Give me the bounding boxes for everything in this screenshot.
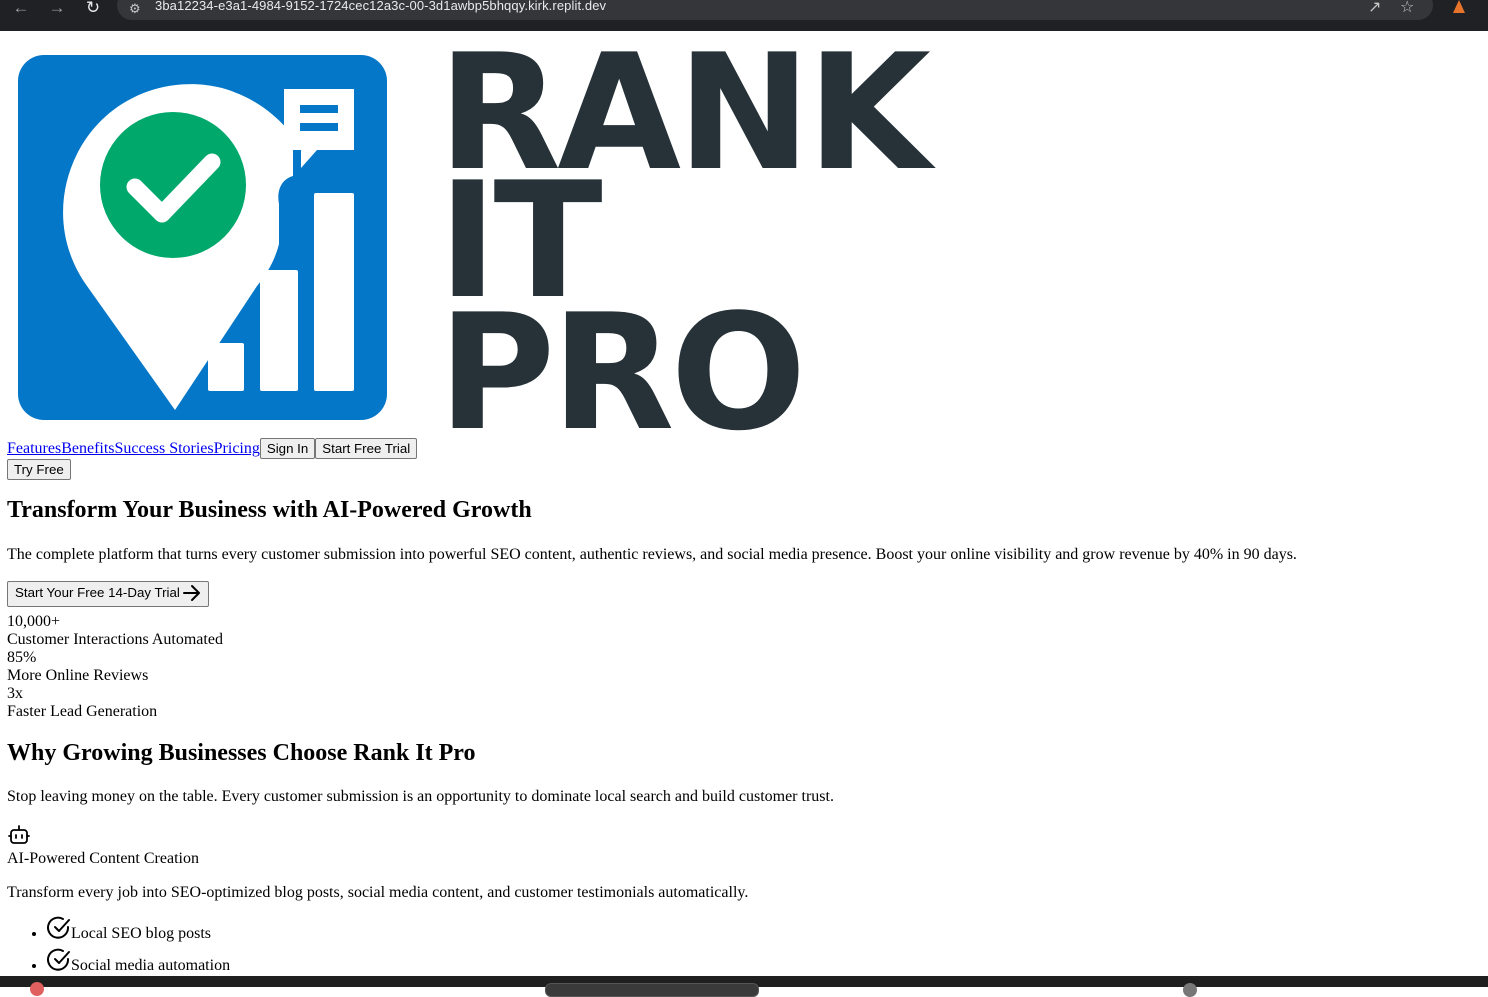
feature-description: Transform every job into SEO-optimized b… bbox=[7, 884, 749, 901]
extension-icon[interactable] bbox=[1451, 0, 1467, 15]
open-in-new-icon[interactable]: ↗ bbox=[1368, 0, 1381, 16]
back-icon[interactable]: ← bbox=[8, 0, 34, 18]
top-navigation: FeaturesBenefitsSuccess StoriesPricing Si… bbox=[7, 438, 418, 459]
start-trial-cta-button[interactable]: Start Your Free 14-Day Trial bbox=[7, 581, 209, 607]
nav-link-features[interactable]: Features bbox=[7, 440, 61, 457]
check-circle-icon bbox=[47, 948, 70, 971]
address-bar[interactable]: ⚙ 3ba12234-e3a1-4984-9152-1724cec12a3c-0… bbox=[117, 0, 1433, 20]
hero-title: Transform Your Business with AI-Powered … bbox=[7, 497, 532, 523]
stat-label: More Online Reviews bbox=[7, 667, 149, 684]
stats-section: 10,000+ Customer Interactions Automated … bbox=[7, 613, 223, 721]
logo-mark-icon bbox=[18, 55, 387, 420]
rank-it-pro-logo[interactable]: RANK IT PRO bbox=[8, 33, 931, 466]
why-section-title: Why Growing Businesses Choose Rank It Pr… bbox=[7, 740, 476, 766]
taskbar bbox=[0, 976, 1488, 997]
stat-value: 3x bbox=[7, 685, 23, 702]
hero-subtitle: The complete platform that turns every c… bbox=[7, 546, 1297, 563]
bookmark-star-icon[interactable]: ☆ bbox=[1400, 0, 1414, 16]
taskbar-app-icon[interactable] bbox=[30, 982, 44, 996]
why-section-subtitle: Stop leaving money on the table. Every c… bbox=[7, 788, 834, 805]
url-text[interactable]: 3ba12234-e3a1-4984-9152-1724cec12a3c-00-… bbox=[155, 0, 606, 13]
taskbar-app-icon[interactable] bbox=[1183, 983, 1197, 997]
reload-icon[interactable]: ↻ bbox=[80, 0, 106, 18]
nav-link-success-stories[interactable]: Success Stories bbox=[115, 440, 214, 457]
stat-value: 85% bbox=[7, 649, 37, 666]
arrow-right-icon bbox=[182, 585, 200, 602]
logo-text-pro: PRO bbox=[438, 279, 806, 466]
site-settings-icon[interactable]: ⚙ bbox=[129, 1, 145, 16]
stat-label: Faster Lead Generation bbox=[7, 703, 158, 720]
sign-in-button[interactable]: Sign In bbox=[259, 438, 316, 459]
nav-link-pricing[interactable]: Pricing bbox=[214, 440, 260, 457]
feature-point-text: Local SEO blog posts bbox=[71, 925, 211, 942]
try-free-button[interactable]: Try Free bbox=[7, 459, 71, 480]
feature-point-text: Social media automation bbox=[71, 957, 231, 974]
nav-link-benefits[interactable]: Benefits bbox=[61, 440, 114, 457]
cta-label: Start Your Free 14-Day Trial bbox=[15, 585, 180, 600]
list-item: Local SEO blog posts bbox=[47, 916, 230, 948]
taskbar-search[interactable] bbox=[545, 983, 759, 997]
forward-icon[interactable]: → bbox=[44, 0, 70, 18]
check-circle-icon bbox=[47, 916, 70, 939]
stat-value: 10,000+ bbox=[7, 613, 61, 630]
stat-label: Customer Interactions Automated bbox=[7, 631, 223, 648]
bot-icon bbox=[8, 825, 30, 844]
start-free-trial-button[interactable]: Start Free Trial bbox=[315, 438, 418, 459]
feature-title: AI-Powered Content Creation bbox=[7, 850, 199, 867]
feature-points-list: Local SEO blog posts Social media automa… bbox=[7, 916, 230, 980]
